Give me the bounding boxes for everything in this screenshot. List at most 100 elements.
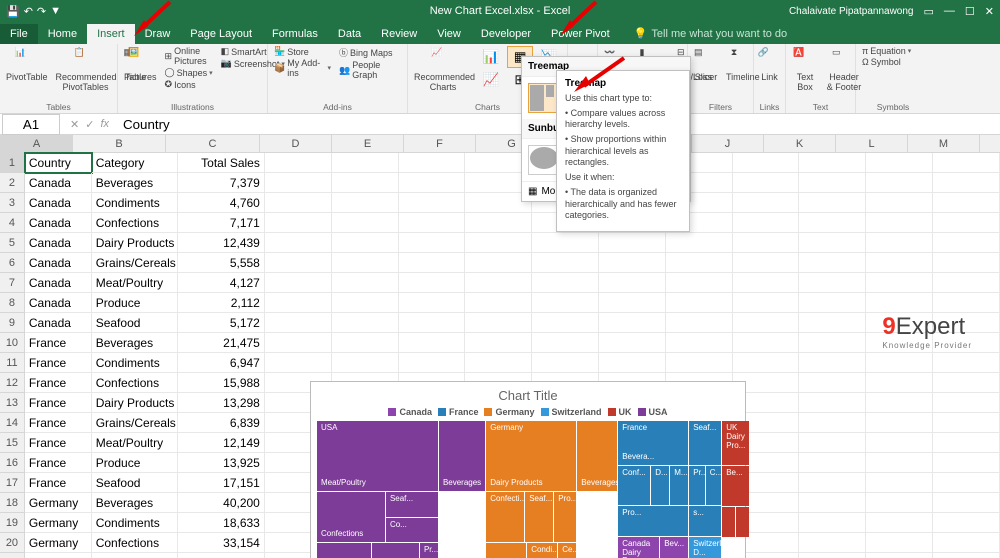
cell[interactable] xyxy=(733,353,800,373)
cell[interactable] xyxy=(933,433,1000,453)
tab-draw[interactable]: Draw xyxy=(135,24,181,44)
row-header[interactable]: 14 xyxy=(0,413,25,433)
cell[interactable] xyxy=(799,233,866,253)
cell[interactable] xyxy=(866,173,933,193)
col-header-c[interactable]: C xyxy=(166,135,260,152)
cell[interactable] xyxy=(933,293,1000,313)
cell[interactable] xyxy=(599,353,666,373)
row-header[interactable]: 19 xyxy=(0,513,25,533)
row-header[interactable]: 21 xyxy=(0,553,25,558)
cell[interactable]: France xyxy=(25,453,92,473)
cell[interactable] xyxy=(799,313,866,333)
cell[interactable]: 7,171 xyxy=(178,213,265,233)
cell[interactable] xyxy=(532,333,599,353)
cell[interactable] xyxy=(332,333,399,353)
cell[interactable] xyxy=(866,453,933,473)
maximize-icon[interactable]: ☐ xyxy=(965,5,975,18)
cell[interactable] xyxy=(799,513,866,533)
close-icon[interactable]: ✕ xyxy=(985,5,994,18)
cell[interactable] xyxy=(265,313,332,333)
cell[interactable] xyxy=(265,213,332,233)
name-box[interactable] xyxy=(2,114,60,135)
cell[interactable] xyxy=(399,153,466,173)
redo-icon[interactable]: ↷ xyxy=(37,5,46,18)
cell[interactable] xyxy=(666,293,733,313)
cell[interactable] xyxy=(866,293,933,313)
cell[interactable] xyxy=(799,393,866,413)
cell[interactable]: Condiments xyxy=(92,193,178,213)
cell[interactable]: Canada xyxy=(25,253,92,273)
cell[interactable] xyxy=(332,173,399,193)
cell[interactable] xyxy=(866,193,933,213)
cell[interactable] xyxy=(332,253,399,273)
cell[interactable] xyxy=(733,233,800,253)
col-header-d[interactable]: D xyxy=(260,135,332,152)
col-header-l[interactable]: L xyxy=(836,135,908,152)
row-header[interactable]: 17 xyxy=(0,473,25,493)
row-header[interactable]: 5 xyxy=(0,233,25,253)
equation-button[interactable]: πEquation▾ xyxy=(860,46,926,56)
cell[interactable] xyxy=(332,313,399,333)
cell[interactable]: 33,154 xyxy=(178,533,265,553)
row-header[interactable]: 4 xyxy=(0,213,25,233)
fx-icon[interactable]: fx xyxy=(100,118,109,131)
cell[interactable] xyxy=(666,333,733,353)
cell[interactable] xyxy=(866,473,933,493)
tab-formulas[interactable]: Formulas xyxy=(262,24,328,44)
textbox-button[interactable]: 🅰️Text Box xyxy=(790,46,820,93)
pictures-button[interactable]: 🖼️Pictures xyxy=(122,46,159,83)
cell[interactable]: Produce xyxy=(92,293,178,313)
cell[interactable] xyxy=(933,373,1000,393)
cell[interactable] xyxy=(799,493,866,513)
cell[interactable] xyxy=(532,313,599,333)
symbol-button[interactable]: ΩSymbol xyxy=(860,57,926,67)
cell[interactable] xyxy=(465,293,532,313)
cell[interactable]: 6,947 xyxy=(178,353,265,373)
cell[interactable]: Canada xyxy=(25,273,92,293)
cell[interactable]: Germany xyxy=(25,533,92,553)
cell[interactable] xyxy=(399,333,466,353)
col-header-e[interactable]: E xyxy=(332,135,404,152)
cell[interactable] xyxy=(532,253,599,273)
tab-power-pivot[interactable]: Power Pivot xyxy=(541,24,620,44)
cancel-formula-icon[interactable]: ✕ xyxy=(70,118,79,131)
cell[interactable]: 12,439 xyxy=(178,233,265,253)
cell[interactable] xyxy=(799,553,866,558)
treemap-chart[interactable]: Chart Title Canada France Germany Switze… xyxy=(310,381,746,558)
cell[interactable]: France xyxy=(25,333,92,353)
cell[interactable] xyxy=(799,193,866,213)
cell[interactable]: Confections xyxy=(92,533,178,553)
cell[interactable] xyxy=(399,193,466,213)
cell[interactable] xyxy=(866,393,933,413)
cell[interactable] xyxy=(532,353,599,373)
col-header-m[interactable]: M xyxy=(908,135,980,152)
row-header[interactable]: 1 xyxy=(0,153,25,173)
row-header[interactable]: 16 xyxy=(0,453,25,473)
tab-developer[interactable]: Developer xyxy=(471,24,541,44)
people-graph-button[interactable]: 👥People Graph xyxy=(337,60,403,80)
cell[interactable]: Condiments xyxy=(92,513,178,533)
cell[interactable] xyxy=(666,353,733,373)
col-header-k[interactable]: K xyxy=(764,135,836,152)
cell[interactable] xyxy=(465,233,532,253)
cell[interactable] xyxy=(733,273,800,293)
qat-dropdown-icon[interactable]: ▼ xyxy=(50,5,61,18)
col-header-j[interactable]: J xyxy=(692,135,764,152)
enter-formula-icon[interactable]: ✓ xyxy=(85,118,94,131)
cell[interactable]: 13,925 xyxy=(178,453,265,473)
cell[interactable]: 4,127 xyxy=(178,273,265,293)
cell[interactable] xyxy=(733,213,800,233)
cell[interactable] xyxy=(332,293,399,313)
link-button[interactable]: 🔗Link xyxy=(758,46,781,83)
cell[interactable] xyxy=(933,513,1000,533)
cell[interactable] xyxy=(599,293,666,313)
cell[interactable]: Category xyxy=(92,153,178,173)
cell[interactable] xyxy=(465,353,532,373)
cell[interactable] xyxy=(933,233,1000,253)
cell[interactable]: Produce xyxy=(92,453,178,473)
cell[interactable]: Canada xyxy=(25,313,92,333)
cell[interactable] xyxy=(265,193,332,213)
cell[interactable]: Germany xyxy=(25,493,92,513)
cell[interactable] xyxy=(933,413,1000,433)
cell[interactable] xyxy=(799,373,866,393)
